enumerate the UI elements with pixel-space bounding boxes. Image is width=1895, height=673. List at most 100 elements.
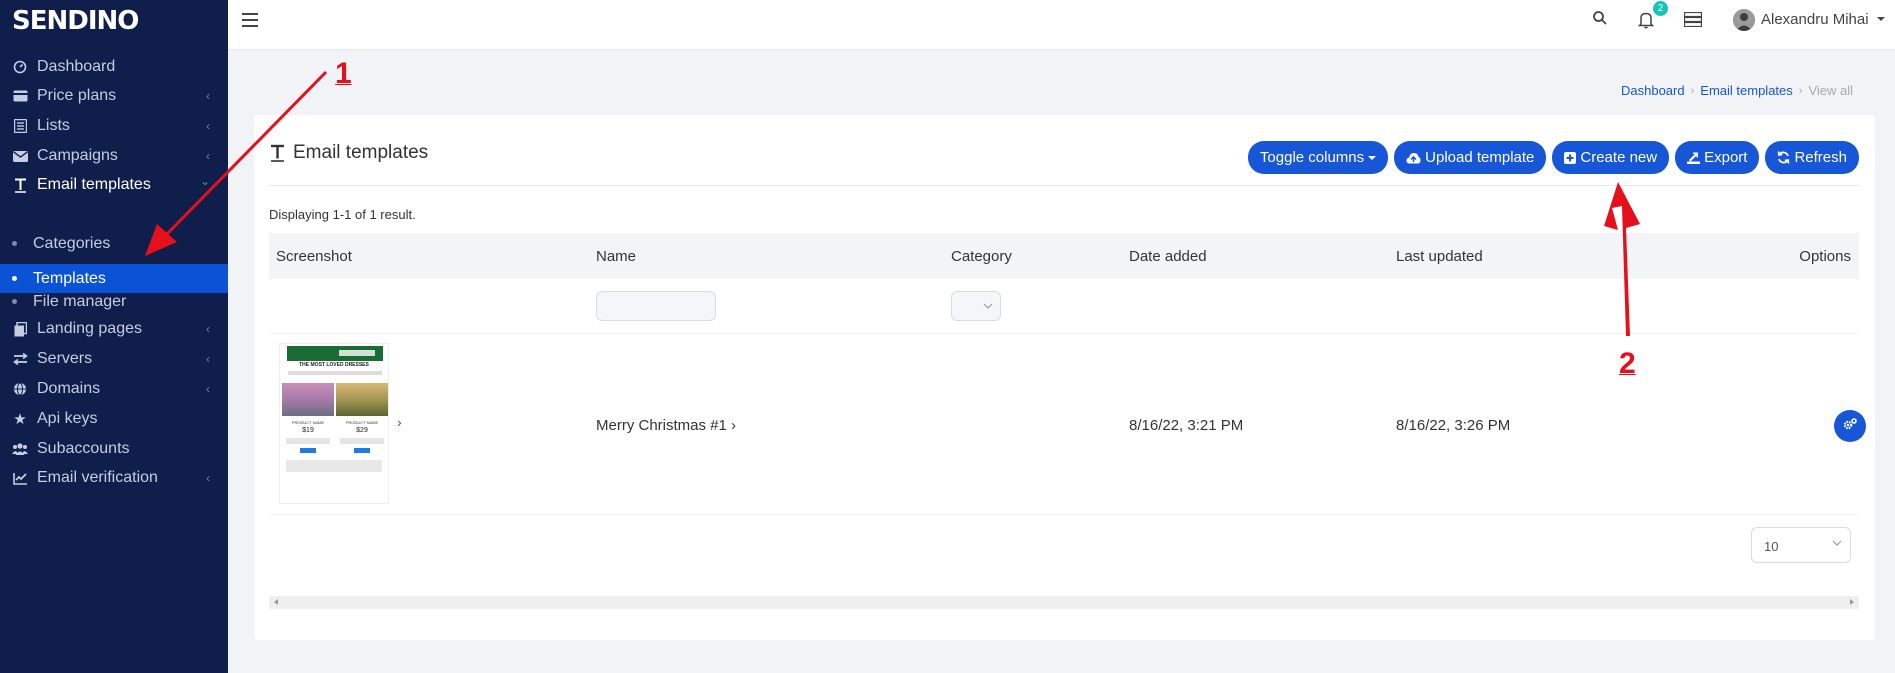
sidebar-item-lists[interactable]: Lists ‹	[0, 111, 228, 141]
caret-down-icon	[1368, 155, 1377, 160]
export-button[interactable]: Export	[1675, 141, 1760, 174]
cloud-upload-icon	[1406, 152, 1421, 164]
chevron-left-icon: ‹	[206, 471, 210, 485]
sidebar-subitem-label: File manager	[33, 292, 127, 310]
template-name-link[interactable]: Merry Christmas #1 ›	[596, 417, 736, 434]
sidebar-item-label: Campaigns	[37, 147, 118, 164]
breadcrumb-email-templates[interactable]: Email templates	[1700, 83, 1792, 98]
sidebar-item-landing-pages[interactable]: Landing pages ‹	[0, 314, 228, 344]
page-size-select[interactable]: 10	[1751, 527, 1851, 563]
create-new-button[interactable]: Create new	[1552, 141, 1670, 174]
toggle-columns-label: Toggle columns	[1259, 149, 1365, 166]
bullet-icon	[12, 299, 17, 304]
thumb-product-a: PRODUCT NAME	[291, 420, 325, 425]
export-label: Export	[1704, 149, 1748, 166]
export-icon	[1687, 152, 1701, 164]
breadcrumb-current: View all	[1808, 83, 1853, 98]
sidebar-item-domains[interactable]: Domains ‹	[0, 374, 228, 404]
sidebar-item-label: Api keys	[37, 410, 98, 427]
sidebar-item-label: Domains	[37, 380, 101, 397]
chevron-left-icon: ‹	[206, 89, 210, 103]
sidebar-item-label: Email verification	[37, 469, 158, 486]
refresh-button[interactable]: Refresh	[1765, 141, 1859, 174]
chevron-left-icon: ‹	[206, 382, 210, 396]
sidebar-item-dashboard[interactable]: Dashboard	[0, 52, 228, 82]
sidebar-subitem-label: Categories	[33, 234, 111, 252]
sidebar-item-campaigns[interactable]: Campaigns ‹	[0, 141, 228, 171]
breadcrumb-dashboard[interactable]: Dashboard	[1621, 83, 1685, 98]
sidebar-subitem-file-manager[interactable]: File manager	[0, 287, 228, 316]
col-options: Options	[1799, 248, 1851, 265]
user-name[interactable]: Alexandru Mihai	[1761, 11, 1869, 28]
sidebar-item-email-verification[interactable]: Email verification ‹	[0, 463, 228, 493]
upload-template-button[interactable]: Upload template	[1394, 141, 1547, 174]
brand-logo[interactable]: SENDINO	[12, 6, 139, 36]
filter-row	[269, 279, 1859, 334]
sidebar-item-price-plans[interactable]: Price plans ‹	[0, 81, 228, 111]
page-title: Email templates	[270, 142, 428, 164]
name-filter-input[interactable]	[596, 291, 716, 321]
pages-icon	[12, 321, 28, 337]
thumb-headline: THE MOST LOVED DRESSES	[299, 362, 369, 368]
breadcrumb: Dashboard › Email templates › View all	[1621, 83, 1853, 98]
chevron-down-icon	[983, 303, 993, 309]
sidebar-item-label: Lists	[37, 117, 70, 134]
globe-icon	[12, 382, 28, 396]
chevron-left-icon: ‹	[206, 119, 210, 133]
thumb-image-left	[282, 383, 334, 416]
refresh-icon	[1777, 151, 1790, 164]
col-last-updated[interactable]: Last updated	[1396, 248, 1483, 265]
thumb-banner	[287, 346, 383, 361]
page-title-text: Email templates	[293, 142, 429, 163]
sidebar: SENDINO Dashboard Price plans ‹ Lists ‹ …	[0, 0, 228, 673]
sidebar-subitem-categories[interactable]: Categories	[0, 229, 228, 258]
list-icon	[12, 119, 28, 133]
dashboard-icon	[12, 60, 28, 74]
toolbar: Toggle columns Upload template Create ne…	[1247, 141, 1859, 174]
col-category[interactable]: Category	[951, 248, 1012, 265]
server-icon[interactable]	[1683, 11, 1703, 32]
col-date-added[interactable]: Date added	[1129, 248, 1207, 265]
annotation-label-1: 1	[335, 57, 352, 90]
horizontal-scrollbar[interactable]	[269, 596, 1859, 609]
sidebar-item-label: Landing pages	[37, 320, 142, 337]
sidebar-item-servers[interactable]: Servers ‹	[0, 344, 228, 374]
scroll-left-icon[interactable]	[274, 599, 278, 605]
exchange-icon	[12, 353, 28, 365]
cogs-icon	[1843, 417, 1857, 435]
sidebar-item-subaccounts[interactable]: Subaccounts	[0, 434, 228, 464]
sidebar-item-label: Dashboard	[37, 58, 116, 75]
scroll-right-icon[interactable]	[1850, 599, 1854, 605]
template-name: Merry Christmas #1	[596, 417, 727, 434]
template-last-updated: 8/16/22, 3:26 PM	[1396, 417, 1511, 434]
chevron-left-icon: ‹	[206, 149, 210, 163]
toggle-columns-button[interactable]: Toggle columns	[1247, 141, 1389, 174]
chevron-left-icon: ‹	[206, 352, 210, 366]
topbar: 2 Alexandru Mihai	[228, 0, 1895, 49]
chevron-right-icon[interactable]: ›	[397, 414, 402, 430]
text-icon	[12, 178, 28, 193]
results-summary: Displaying 1-1 of 1 result.	[269, 207, 416, 222]
col-screenshot[interactable]: Screenshot	[276, 248, 352, 265]
bullet-icon	[12, 241, 17, 246]
credit-card-icon	[12, 90, 28, 102]
caret-down-icon[interactable]	[1877, 17, 1885, 21]
sidebar-item-email-templates[interactable]: Email templates ⌄	[0, 170, 228, 200]
template-screenshot[interactable]: THE MOST LOVED DRESSES PRODUCT NAME $19 …	[279, 343, 389, 504]
star-icon: ★	[13, 411, 27, 428]
sidebar-item-label: Email templates	[37, 176, 151, 193]
sidebar-item-api-keys[interactable]: ★ Api keys	[0, 404, 228, 434]
bullet-icon	[12, 276, 17, 281]
options-button[interactable]	[1834, 410, 1866, 442]
bell-icon[interactable]	[1637, 11, 1655, 34]
hamburger-menu-icon[interactable]	[242, 13, 258, 29]
col-name[interactable]: Name	[596, 248, 636, 265]
sidebar-item-label: Price plans	[37, 87, 117, 104]
table-header: Screenshot Name Category Date added Last…	[269, 233, 1859, 279]
thumb-product-b: PRODUCT NAME	[345, 420, 379, 425]
avatar[interactable]	[1733, 9, 1755, 31]
search-icon[interactable]	[1592, 10, 1608, 31]
check-chart-icon	[12, 472, 28, 485]
category-filter-select[interactable]	[951, 291, 1001, 321]
notification-badge: 2	[1653, 1, 1668, 16]
